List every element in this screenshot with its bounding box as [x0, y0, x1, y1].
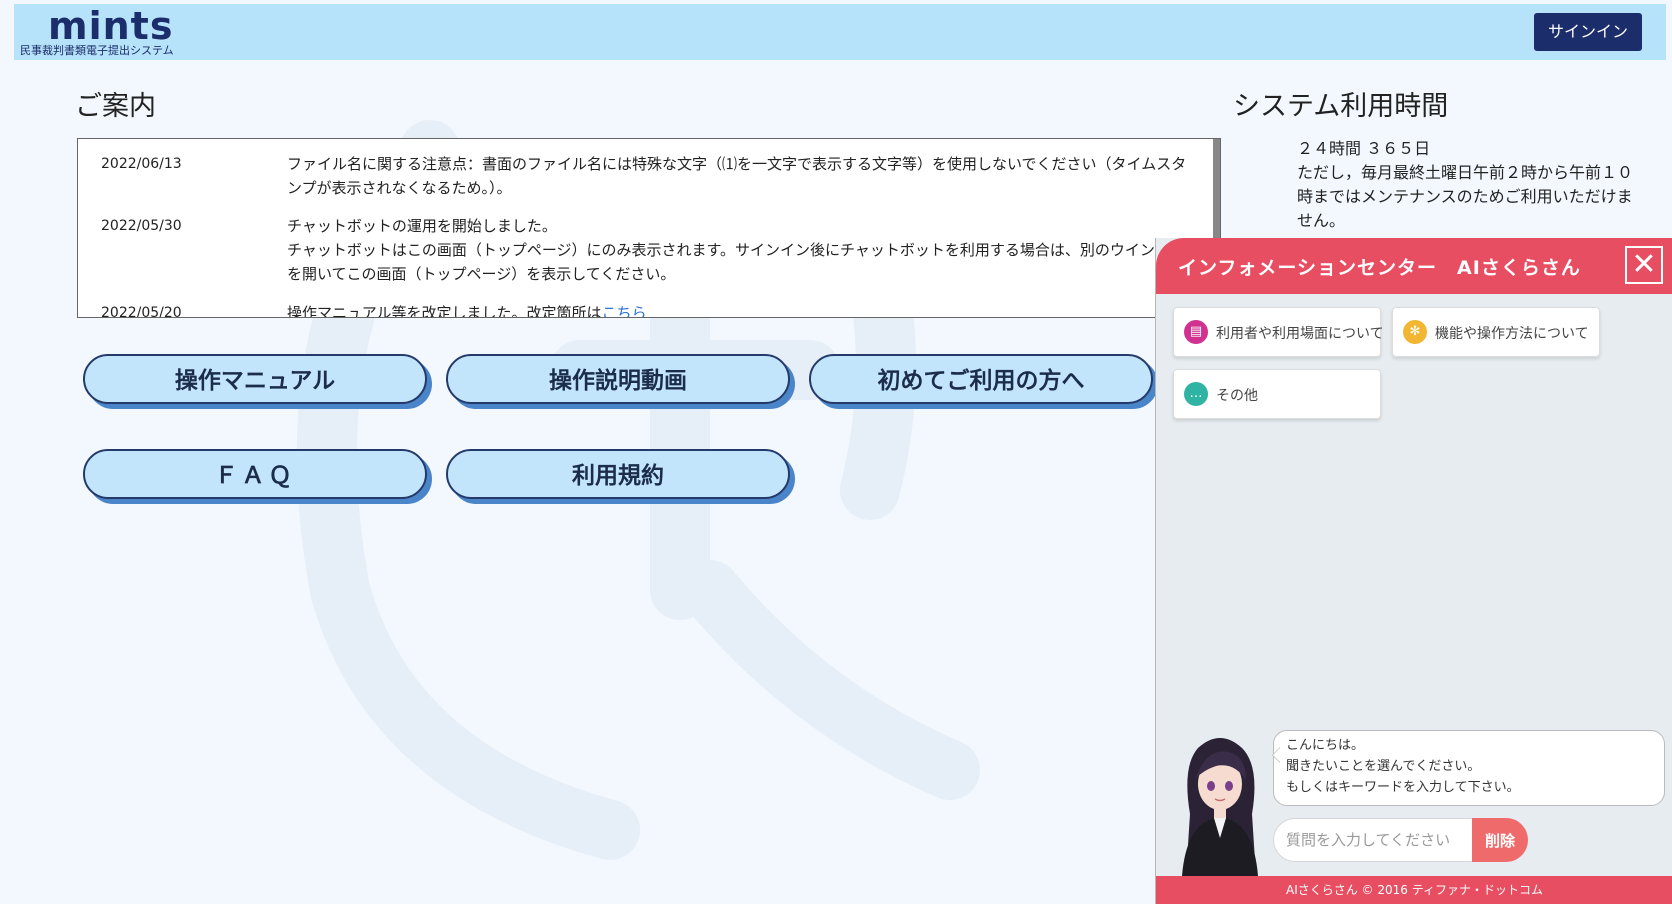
gear-icon: ✻ — [1403, 320, 1427, 344]
notice-link[interactable]: こちら — [602, 304, 647, 317]
more-icon: … — [1184, 382, 1208, 406]
category-users-button[interactable]: ▤ 利用者や利用場面について — [1173, 307, 1384, 357]
chat-close-button[interactable]: ✕ — [1625, 246, 1663, 284]
greeting-line: 聞きたいことを選んでください。 — [1286, 759, 1481, 774]
delete-button[interactable]: 削除 — [1472, 818, 1528, 862]
notice-date: 2022/05/20 — [101, 305, 182, 318]
notice-text-line: チャットボットの運用を開始しました。 — [287, 217, 557, 235]
notice-text-line: チャットボットはこの画面（トップページ）にのみ表示されます。サインイン後にチャッ… — [287, 241, 1185, 283]
notice-text-line: 操作マニュアル等を改定しました。改定箇所は — [287, 304, 602, 318]
logo-subtitle: 民事裁判書類電子提出システム — [20, 44, 174, 57]
notice-date: 2022/05/30 — [101, 218, 182, 234]
chatbot-panel: インフォメーションセンター AIさくらさん ✕ ▤ 利用者や利用場面について ✻… — [1155, 238, 1672, 904]
category-label: 利用者や利用場面について — [1216, 326, 1384, 342]
notice-title: ご案内 — [75, 91, 156, 122]
first-time-button[interactable]: 初めてご利用の方へ — [809, 354, 1153, 404]
category-label: その他 — [1216, 388, 1258, 404]
systime-note: ただし，毎月最終土曜日午前２時から午前１０時まではメンテナンスのためご利用いただ… — [1297, 163, 1634, 230]
mints-logo[interactable]: mints 民事裁判書類電子提出システム — [20, 6, 174, 57]
notice-list[interactable]: 2022/06/13 ファイル名に関する注意点：書面のファイル名には特殊な文字（… — [77, 138, 1221, 318]
notice-text: 操作マニュアル等を改定しました。改定箇所はこちら — [287, 301, 1199, 318]
chat-footer: AIさくらさん © 2016 ティファナ・ドットコム — [1156, 876, 1672, 904]
greeting-line: もしくはキーワードを入力して下さい。 — [1286, 780, 1520, 795]
greeting-line: こんにちは。 — [1286, 738, 1365, 753]
logo-text: mints — [48, 4, 174, 48]
faq-button[interactable]: ＦＡＱ — [83, 449, 427, 499]
manual-button[interactable]: 操作マニュアル — [83, 354, 427, 404]
systime-text: ２４時間 ３６５日 ただし，毎月最終土曜日午前２時から午前１０時まではメンテナン… — [1297, 137, 1637, 233]
notice-text: ファイル名に関する注意点：書面のファイル名には特殊な文字（⑴を一文字で表示する文… — [287, 155, 1187, 197]
category-other-button[interactable]: … その他 — [1173, 369, 1381, 419]
question-input[interactable] — [1273, 818, 1473, 862]
category-functions-button[interactable]: ✻ 機能や操作方法について — [1392, 307, 1600, 357]
chat-title: インフォメーションセンター AIさくらさん — [1178, 257, 1581, 279]
signin-button[interactable]: サインイン — [1533, 13, 1642, 51]
systime-title: システム利用時間 — [1233, 91, 1449, 122]
greeting-bubble: こんにちは。 聞きたいことを選んでください。 もしくはキーワードを入力して下さい… — [1272, 730, 1665, 806]
sakura-avatar — [1182, 738, 1258, 876]
systime-hours: ２４時間 ３６５日 — [1297, 139, 1431, 158]
close-icon: ✕ — [1631, 248, 1657, 281]
book-icon: ▤ — [1184, 320, 1208, 344]
video-button[interactable]: 操作説明動画 — [446, 354, 790, 404]
terms-button[interactable]: 利用規約 — [446, 449, 790, 499]
top-header: mints 民事裁判書類電子提出システム サインイン — [14, 4, 1666, 60]
notice-date: 2022/06/13 — [101, 156, 182, 172]
category-label: 機能や操作方法について — [1435, 326, 1589, 342]
chat-header: インフォメーションセンター AIさくらさん ✕ — [1156, 238, 1672, 294]
notice-text: チャットボットの運用を開始しました。 チャットボットはこの画面（トップページ）に… — [287, 214, 1199, 286]
